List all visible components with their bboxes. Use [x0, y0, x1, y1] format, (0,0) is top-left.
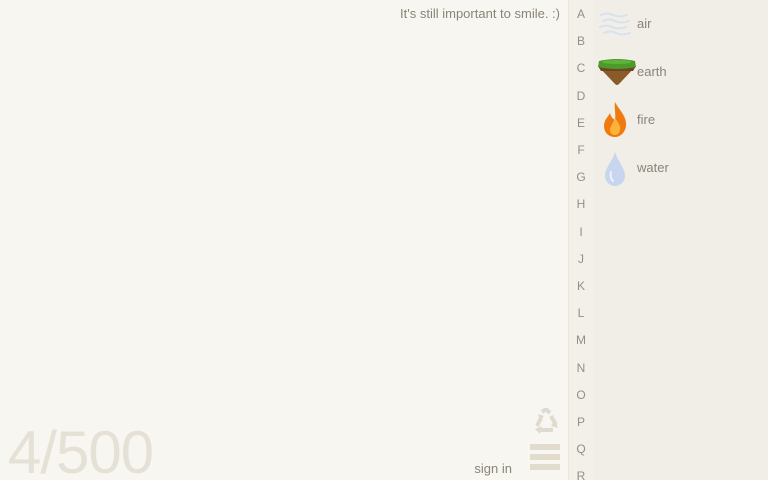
alphabet-letter-l[interactable]: L: [569, 306, 593, 320]
alphabet-letter-r[interactable]: R: [569, 469, 593, 480]
sign-in-link[interactable]: sign in: [474, 461, 512, 476]
alphabet-letter-o[interactable]: O: [569, 388, 593, 402]
element-label: air: [637, 16, 652, 31]
element-fire[interactable]: fire: [593, 100, 753, 140]
alphabet-letter-m[interactable]: M: [569, 333, 593, 347]
alphabet-letter-j[interactable]: J: [569, 252, 593, 266]
game-screen: It's still important to smile. :) 4/500 …: [0, 0, 768, 480]
water-icon: [597, 148, 633, 188]
alphabet-letter-h[interactable]: H: [569, 197, 593, 211]
element-water[interactable]: water: [593, 148, 753, 188]
recycle-icon[interactable]: [531, 407, 561, 436]
element-air[interactable]: air: [593, 4, 753, 44]
alphabet-letter-k[interactable]: K: [569, 279, 593, 293]
alphabet-letter-n[interactable]: N: [569, 361, 593, 375]
alphabet-index: ABCDEFGHIJKLMNOPQ R: [568, 0, 594, 480]
alphabet-letter-i[interactable]: I: [569, 225, 593, 239]
alphabet-letter-b[interactable]: B: [569, 34, 593, 48]
alphabet-letter-g[interactable]: G: [569, 170, 593, 184]
element-label: earth: [637, 64, 667, 79]
alphabet-letter-c[interactable]: C: [569, 61, 593, 75]
element-label: fire: [637, 112, 656, 127]
alphabet-letter-a[interactable]: A: [569, 7, 593, 21]
alphabet-letter-p[interactable]: P: [569, 415, 593, 429]
workspace-area[interactable]: It's still important to smile. :) 4/500 …: [0, 0, 568, 480]
alphabet-letter-d[interactable]: D: [569, 89, 593, 103]
alphabet-letter-f[interactable]: F: [569, 143, 593, 157]
alphabet-letter-q[interactable]: Q: [569, 442, 593, 456]
earth-icon: [597, 52, 636, 92]
hamburger-menu-icon[interactable]: [530, 442, 562, 472]
element-counter: 4/500: [8, 419, 154, 480]
element-label: water: [637, 160, 669, 175]
element-list: air earth fire water: [593, 0, 768, 480]
air-icon: [597, 4, 633, 44]
tagline-text: It's still important to smile. :): [400, 6, 560, 21]
fire-icon: [597, 100, 633, 140]
alphabet-letter-e[interactable]: E: [569, 116, 593, 130]
element-earth[interactable]: earth: [593, 52, 753, 92]
